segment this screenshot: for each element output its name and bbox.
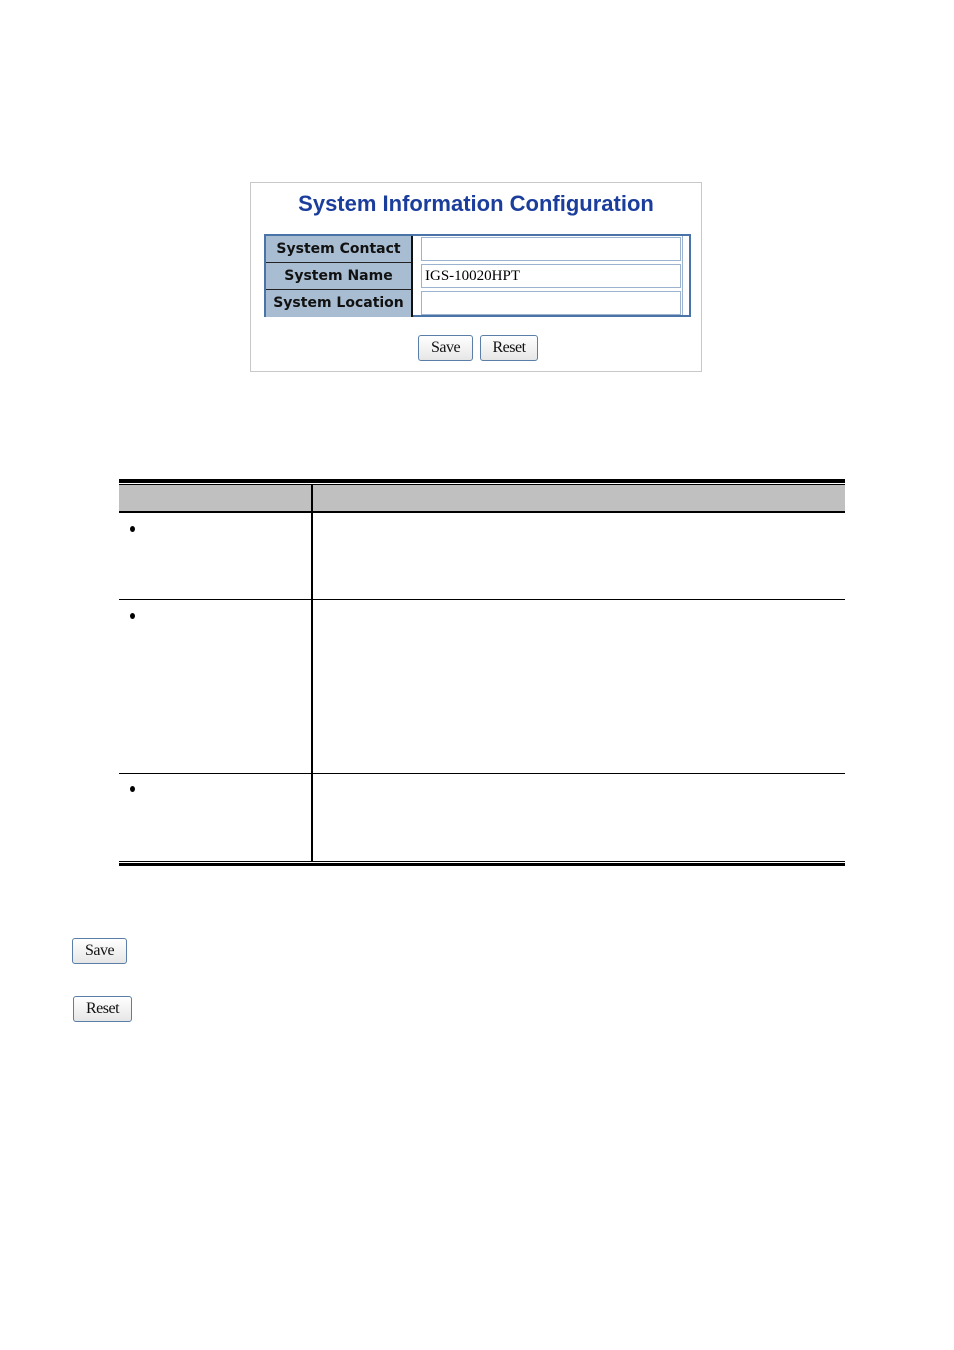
- config-row-system-contact: System Contact: [266, 236, 689, 263]
- table-right-edge: [682, 236, 683, 315]
- legend-save-button[interactable]: Save: [72, 938, 127, 964]
- system-location-label: System Location: [266, 290, 411, 317]
- table-header-row: [119, 485, 845, 512]
- config-row-system-location: System Location: [266, 290, 689, 317]
- system-name-label: System Name: [266, 263, 411, 290]
- system-information-configuration-panel: System Information Configuration System …: [250, 182, 702, 372]
- system-location-input[interactable]: [421, 291, 681, 315]
- system-contact-label: System Contact: [266, 236, 411, 263]
- column-divider: [411, 236, 413, 263]
- bullet-icon: [130, 613, 135, 619]
- reset-button[interactable]: Reset: [480, 335, 538, 361]
- panel-title: System Information Configuration: [298, 191, 654, 216]
- bullet-icon: [130, 786, 135, 792]
- config-table: System Contact System Name System Locati…: [264, 234, 691, 317]
- column-separator: [311, 485, 313, 862]
- legend-reset-button[interactable]: Reset: [73, 996, 132, 1022]
- header-separator: [119, 511, 845, 513]
- bullet-icon: [130, 526, 135, 532]
- column-divider: [411, 263, 413, 290]
- save-button[interactable]: Save: [418, 335, 473, 361]
- table-bottom-rule: [119, 863, 845, 866]
- table-bottom-rule-thin: [119, 861, 845, 862]
- system-contact-input[interactable]: [421, 237, 681, 261]
- description-table: [119, 479, 845, 866]
- row-separator: [119, 773, 845, 774]
- table-top-rule: [119, 479, 845, 483]
- row-separator: [119, 599, 845, 600]
- config-row-system-name: System Name: [266, 263, 689, 290]
- column-divider: [411, 290, 413, 317]
- system-name-input[interactable]: [421, 264, 681, 288]
